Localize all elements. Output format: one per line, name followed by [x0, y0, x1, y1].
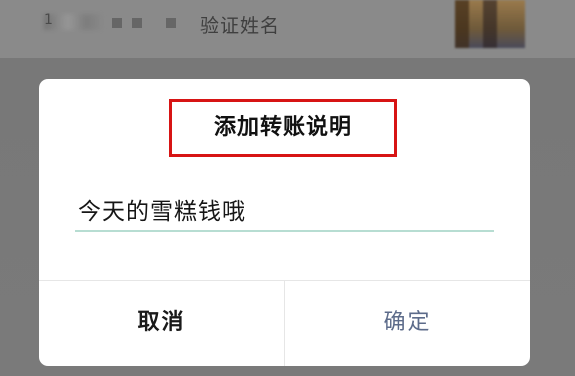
mask-block [132, 18, 142, 28]
title-highlight-box: 添加转账说明 [169, 99, 397, 157]
payee-row: 1 验证姓名 [0, 0, 575, 58]
transfer-note-value: 今天的雪糕钱哦 [78, 199, 246, 225]
cancel-button[interactable]: 取消 [39, 281, 284, 366]
avatar [455, 0, 525, 48]
verify-name-link[interactable]: 验证姓名 [200, 11, 280, 38]
masked-account: 1 [44, 10, 184, 34]
input-underline [75, 230, 494, 232]
mask-block [166, 18, 176, 28]
mask-block [112, 18, 122, 28]
transfer-note-input[interactable]: 今天的雪糕钱哦 [75, 186, 494, 232]
transfer-note-dialog: 添加转账说明 今天的雪糕钱哦 取消 确定 [39, 79, 530, 366]
account-fragment: 1 [44, 12, 53, 28]
confirm-button[interactable]: 确定 [285, 281, 530, 366]
dialog-button-bar: 取消 确定 [39, 280, 530, 366]
dialog-title: 添加转账说明 [213, 115, 352, 140]
account-blur [44, 14, 104, 30]
